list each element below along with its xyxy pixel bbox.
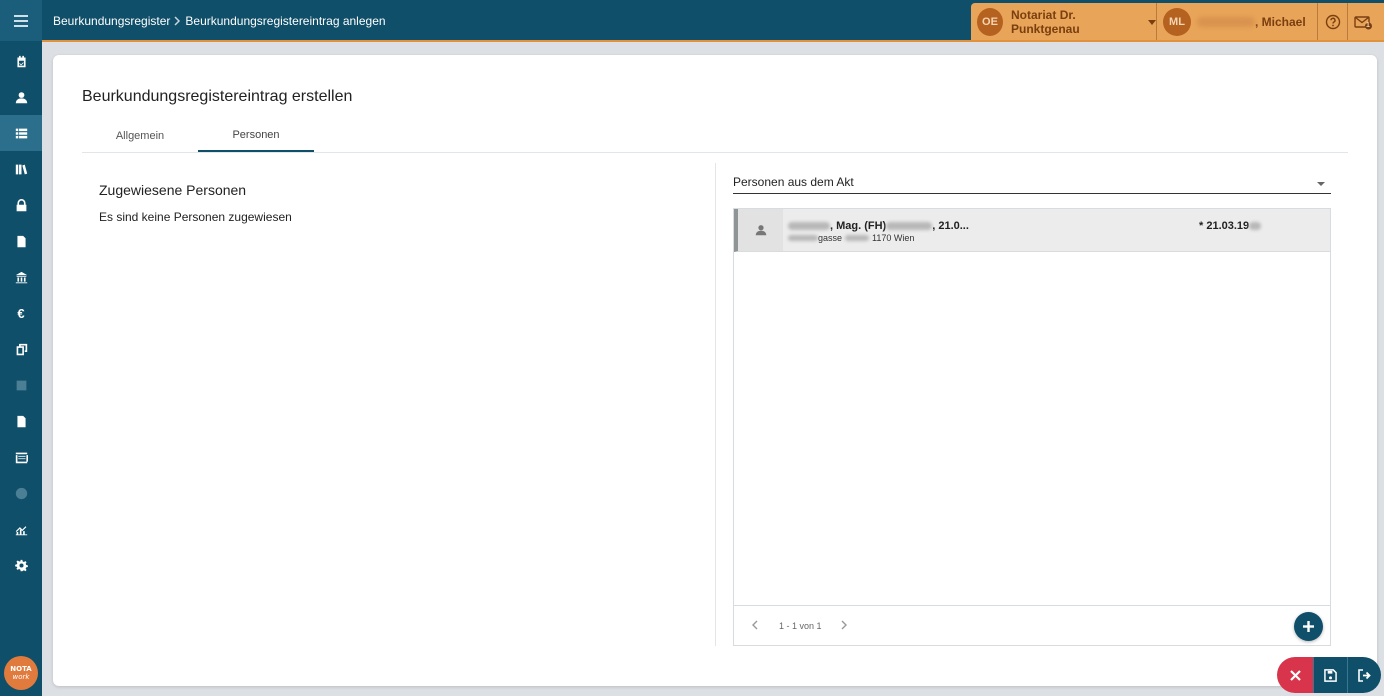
person-source-select[interactable]: Personen aus dem Akt [733,175,1331,194]
sidebar-item-files[interactable] [0,403,42,439]
tab-bar: Allgemein Personen [82,119,1348,153]
chart-icon [15,525,27,535]
sidebar-item-persons[interactable] [0,79,42,115]
save-icon [1324,668,1337,682]
person-icon [15,91,27,103]
chevron-down-icon [1148,19,1156,25]
assigned-persons-empty-text: Es sind keine Personen zugewiesen [99,210,292,224]
gear-icon [14,559,28,571]
calendar-check-icon [16,55,26,67]
person-avatar [738,209,783,251]
action-buttons [1277,657,1381,693]
sidebar-item-statistics[interactable] [0,511,42,547]
help-icon [1325,14,1340,30]
org-name: Notariat Dr. Punktgenau [1011,8,1080,36]
redacted-text [886,222,933,230]
sidebar-item-bank[interactable] [0,259,42,295]
sidebar-item-library[interactable] [0,151,42,187]
exit-icon [1357,668,1371,682]
bank-icon [15,271,27,283]
sidebar-item-disabled [0,367,42,403]
tab-allgemein[interactable]: Allgemein [82,119,198,152]
chevron-left-icon [751,620,757,630]
hamburger-menu-icon [14,14,28,27]
sidebar: € NOTA work [0,0,42,696]
sidebar-item-settings[interactable] [0,547,42,583]
redacted-text [788,222,830,230]
euro-icon: € [17,305,25,321]
account-area: OE Notariat Dr. Punktgenau ML , Michael … [971,3,1384,41]
main-card: Beurkundungsregistereintrag erstellen Al… [53,55,1377,686]
sidebar-item-documents[interactable] [0,223,42,259]
previous-page-button[interactable] [748,619,760,631]
list-icon [15,128,27,138]
sidebar-item-info [0,475,42,511]
sidebar-item-registers[interactable] [0,439,42,475]
plus-icon [1303,621,1314,632]
books-icon [15,164,27,174]
topbar-accent-line [42,40,1384,42]
info-icon [15,487,27,499]
square-icon [16,380,26,390]
notification-badge: 1 [1366,22,1370,29]
save-and-exit-button[interactable] [1347,657,1381,693]
chevron-right-icon [174,16,181,26]
org-avatar: OE [977,8,1004,36]
next-page-button[interactable] [838,619,850,631]
chevron-right-icon [841,620,847,630]
person-icon [755,225,766,236]
person-name: , Mag. (FH) , 21.0... [788,220,969,232]
file-icon [16,415,26,427]
person-list: , Mag. (FH) , 21.0... gasse 1170 Wien * … [733,208,1331,646]
safe-icon [16,198,26,211]
pagination-bar: 1 - 1 von 1 [734,605,1330,645]
add-person-button[interactable] [1294,612,1323,641]
redacted-text [788,235,818,241]
user-menu[interactable]: ML , Michael [1157,3,1318,41]
close-icon [1289,669,1301,681]
redacted-text [845,235,870,241]
menu-toggle-button[interactable] [0,0,42,41]
person-row[interactable]: , Mag. (FH) , 21.0... gasse 1170 Wien * … [734,209,1330,252]
breadcrumb-item-register[interactable]: Beurkundungsregister [53,14,170,28]
breadcrumb: Beurkundungsregister Beurkundungsregiste… [53,14,386,28]
organization-selector[interactable]: OE Notariat Dr. Punktgenau [971,3,1157,41]
person-birthdate: * 21.03.19 [1199,220,1262,232]
top-bar: Beurkundungsregister Beurkundungsregiste… [42,0,1384,41]
dropdown-arrow-icon [1317,182,1325,186]
breadcrumb-item-current: Beurkundungsregistereintrag anlegen [185,14,386,28]
sidebar-item-deposit[interactable] [0,187,42,223]
pagination-info: 1 - 1 von 1 [779,621,822,631]
cancel-button[interactable] [1277,657,1313,693]
user-avatar: ML [1163,8,1191,36]
user-name: , Michael [1255,15,1306,29]
register-icon [15,452,28,463]
document-icon [16,235,26,247]
help-button[interactable] [1318,3,1348,41]
save-button[interactable] [1313,657,1347,693]
sidebar-item-copies[interactable] [0,331,42,367]
person-address: gasse 1170 Wien [788,233,914,243]
assigned-persons-title: Zugewiesene Personen [99,182,247,198]
sidebar-item-calendar[interactable] [0,43,42,79]
notawork-logo: NOTA work [4,656,38,690]
copy-icon [16,343,27,355]
redacted-text [1249,222,1262,230]
tab-personen[interactable]: Personen [198,119,314,152]
sidebar-item-finance[interactable]: € [0,295,42,331]
redacted-surname [1197,17,1255,27]
sidebar-item-register[interactable] [0,115,42,151]
person-source-value: Personen aus dem Akt [733,175,854,189]
messages-button[interactable]: 1 [1348,3,1378,41]
page-title: Beurkundungsregistereintrag erstellen [82,88,353,105]
column-divider [715,163,716,646]
